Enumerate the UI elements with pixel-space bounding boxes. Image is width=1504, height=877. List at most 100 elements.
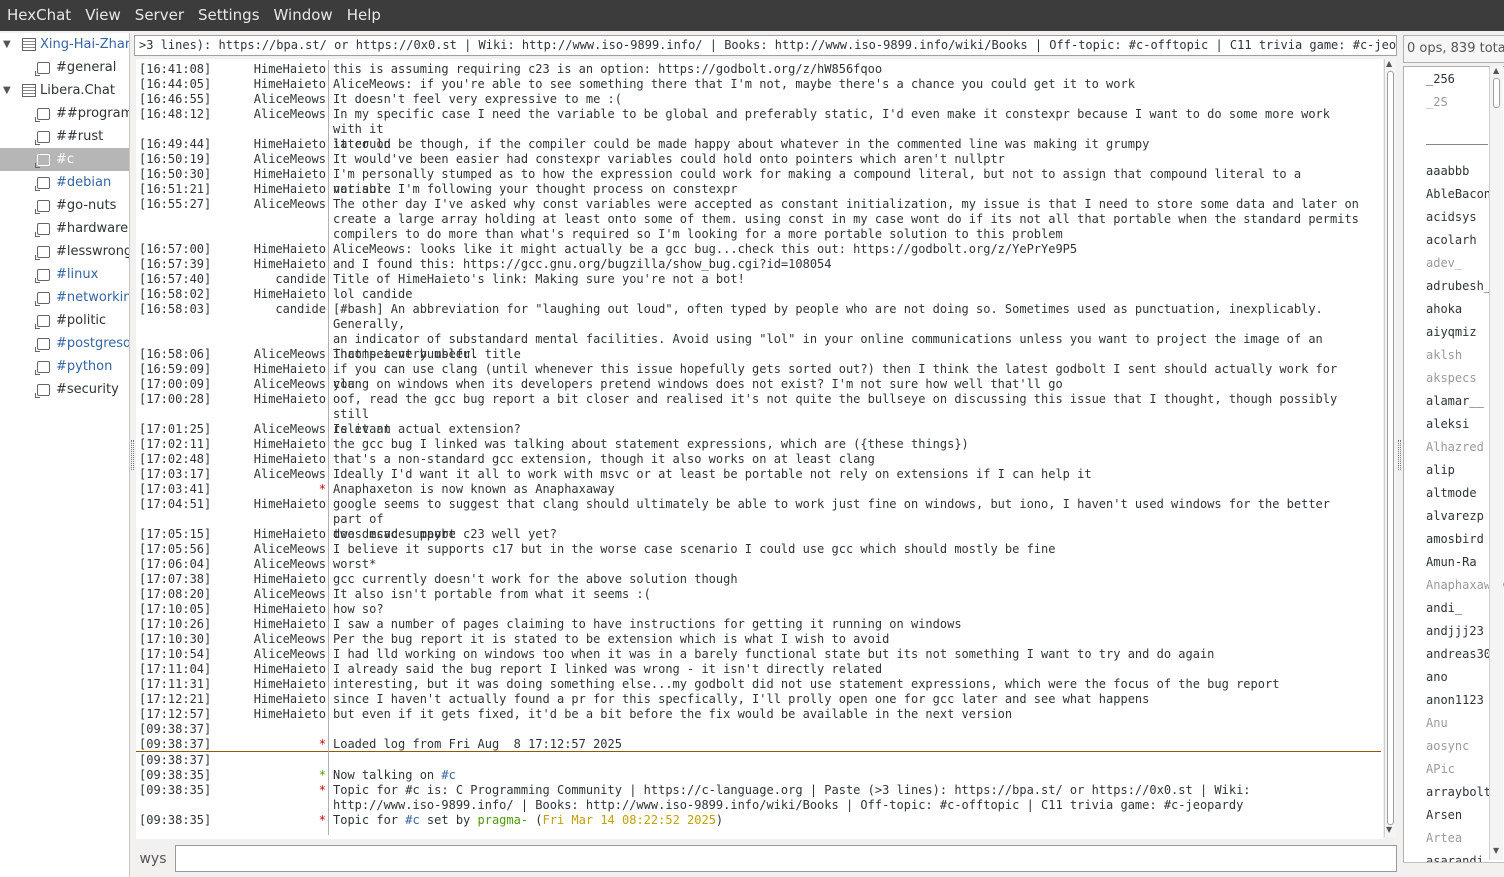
nick-label[interactable]: candide (232, 302, 326, 317)
user-entry[interactable]: ahoka (1426, 300, 1462, 318)
scroll-up-arrow-icon[interactable]: ▲ (1386, 59, 1392, 68)
left-pane-grip[interactable] (131, 440, 134, 470)
user-entry[interactable]: andreas303 (1426, 645, 1498, 663)
message-input[interactable] (175, 845, 1397, 872)
nick-label[interactable]: AliceMeows (232, 587, 326, 602)
user-entry[interactable]: APic (1426, 760, 1455, 778)
user-entry[interactable]: acolarh (1426, 231, 1477, 249)
userlist-scrollbar[interactable]: ▲ ▼ (1489, 66, 1503, 860)
nick-label[interactable]: HimeHaieto (232, 287, 326, 302)
expander-open-icon[interactable]: ▼ (3, 79, 15, 102)
nick-label[interactable]: HimeHaieto (232, 692, 326, 707)
user-entry[interactable]: Amun-Ra (1426, 553, 1477, 571)
nick-label[interactable]: AliceMeows (232, 152, 326, 167)
nick-label[interactable]: HimeHaieto (232, 437, 326, 452)
menu-settings[interactable]: Settings (191, 0, 267, 31)
nick-label[interactable]: AliceMeows (232, 107, 326, 122)
menu-server[interactable]: Server (128, 0, 191, 31)
nick-label[interactable]: AliceMeows (232, 92, 326, 107)
user-entry[interactable]: alip (1426, 461, 1455, 479)
expander-open-icon[interactable]: ▼ (3, 33, 15, 56)
nick-label[interactable]: AliceMeows (232, 422, 326, 437)
user-entry[interactable]: Alhazred (1426, 438, 1484, 456)
menu-help[interactable]: Help (340, 0, 388, 31)
scroll-down-arrow-icon[interactable]: ▼ (1386, 825, 1392, 834)
nick-label[interactable]: HimeHaieto (232, 62, 326, 77)
nick-label[interactable]: HimeHaieto (232, 167, 326, 182)
user-entry[interactable]: aosync (1426, 737, 1469, 755)
user-entry[interactable]: anon1123 (1426, 691, 1484, 709)
message-span[interactable]: #c (441, 768, 455, 782)
nick-label[interactable]: HimeHaieto (232, 662, 326, 677)
user-entry[interactable]: altmode (1426, 484, 1477, 502)
channel-node[interactable]: #c (0, 148, 129, 171)
nick-label[interactable]: AliceMeows (232, 632, 326, 647)
nick-label[interactable]: HimeHaieto (232, 242, 326, 257)
nick-label[interactable]: HimeHaieto (232, 677, 326, 692)
message-span[interactable]: Fri Mar 14 08:22:52 2025 (543, 813, 716, 827)
user-entry[interactable]: Arsen (1426, 806, 1462, 824)
user-entry[interactable]: acidsys (1426, 208, 1477, 226)
nick-label[interactable]: HimeHaieto (232, 497, 326, 512)
message-span[interactable]: #c (405, 813, 419, 827)
user-entry[interactable]: Anu (1426, 714, 1448, 732)
channel-node[interactable]: #security (0, 378, 129, 401)
nick-label[interactable]: HimeHaieto (232, 362, 326, 377)
nick-label[interactable]: HimeHaieto (232, 707, 326, 722)
chat-scrollbar[interactable]: ▲ ▼ (1384, 59, 1396, 837)
nick-label[interactable]: * (232, 737, 326, 752)
nick-label[interactable]: AliceMeows (232, 467, 326, 482)
userlist-scroll-down-icon[interactable]: ▼ (1493, 846, 1499, 855)
channel-tree[interactable]: ▼ Xing-Hai-Zhan #general ▼ Libera.Chat ##prog… (0, 33, 130, 877)
nick-label[interactable]: HimeHaieto (232, 182, 326, 197)
channel-node[interactable]: #linux (0, 263, 129, 286)
topic-bar[interactable]: >3 lines): https://bpa.st/ or https://0x… (134, 35, 1397, 56)
nick-label[interactable]: * (232, 482, 326, 497)
userlist-scroll-up-icon[interactable]: ▲ (1493, 66, 1499, 75)
nick-label[interactable]: * (232, 768, 326, 783)
message-span[interactable]: pragma- (478, 813, 529, 827)
menu-window[interactable]: Window (267, 0, 340, 31)
nick-label[interactable]: * (232, 813, 326, 828)
right-pane-grip[interactable] (1398, 440, 1401, 470)
user-entry[interactable]: alamar__ (1426, 392, 1484, 410)
user-entry[interactable]: adev_ (1426, 254, 1462, 272)
user-entry[interactable]: aiyqmiz (1426, 323, 1477, 341)
chat-log[interactable]: [16:41:08] HimeHaieto this is assuming req… (136, 59, 1383, 839)
user-entry[interactable]: alvarezp (1426, 507, 1484, 525)
channel-node[interactable]: ##rust (0, 125, 129, 148)
channel-node[interactable]: ##programming (0, 102, 129, 125)
nick-button[interactable]: wys (131, 843, 175, 875)
user-entry[interactable]: asarandi (1426, 852, 1484, 862)
nick-label[interactable]: HimeHaieto (232, 392, 326, 407)
channel-node[interactable]: #go-nuts (0, 194, 129, 217)
nick-label[interactable]: HimeHaieto (232, 572, 326, 587)
nick-label[interactable]: HimeHaieto (232, 602, 326, 617)
channel-node[interactable]: #python (0, 355, 129, 378)
nick-label[interactable]: AliceMeows (232, 647, 326, 662)
user-entry[interactable]: Artea (1426, 829, 1462, 847)
nick-label[interactable]: HimeHaieto (232, 452, 326, 467)
channel-node[interactable]: #postgresql (0, 332, 129, 355)
menu-hexchat[interactable]: HexChat (0, 0, 78, 31)
user-entry[interactable]: andjjj23 (1426, 622, 1484, 640)
user-entry[interactable]: amosbird (1426, 530, 1484, 548)
channel-node[interactable]: #lesswrong (0, 240, 129, 263)
nick-label[interactable]: HimeHaieto (232, 137, 326, 152)
user-entry[interactable]: _256 (1426, 70, 1455, 88)
user-entry[interactable]: ano (1426, 668, 1448, 686)
nick-label[interactable]: candide (232, 272, 326, 287)
user-entry[interactable]: aaabbb (1426, 162, 1469, 180)
server-node[interactable]: ▼ Xing-Hai-Zhan (0, 33, 129, 56)
nick-label[interactable]: AliceMeows (232, 542, 326, 557)
nick-label[interactable]: AliceMeows (232, 347, 326, 362)
user-entry[interactable]: arraybolt3 (1426, 783, 1498, 801)
channel-node[interactable]: #debian (0, 171, 129, 194)
server-node[interactable]: ▼ Libera.Chat (0, 79, 129, 102)
nick-label[interactable]: AliceMeows (232, 197, 326, 212)
userlist-scroll-thumb[interactable] (1493, 78, 1500, 108)
nick-label[interactable]: AliceMeows (232, 377, 326, 392)
nick-label[interactable]: HimeHaieto (232, 257, 326, 272)
channel-node[interactable]: #politic (0, 309, 129, 332)
chat-scroll-thumb[interactable] (1387, 71, 1394, 825)
